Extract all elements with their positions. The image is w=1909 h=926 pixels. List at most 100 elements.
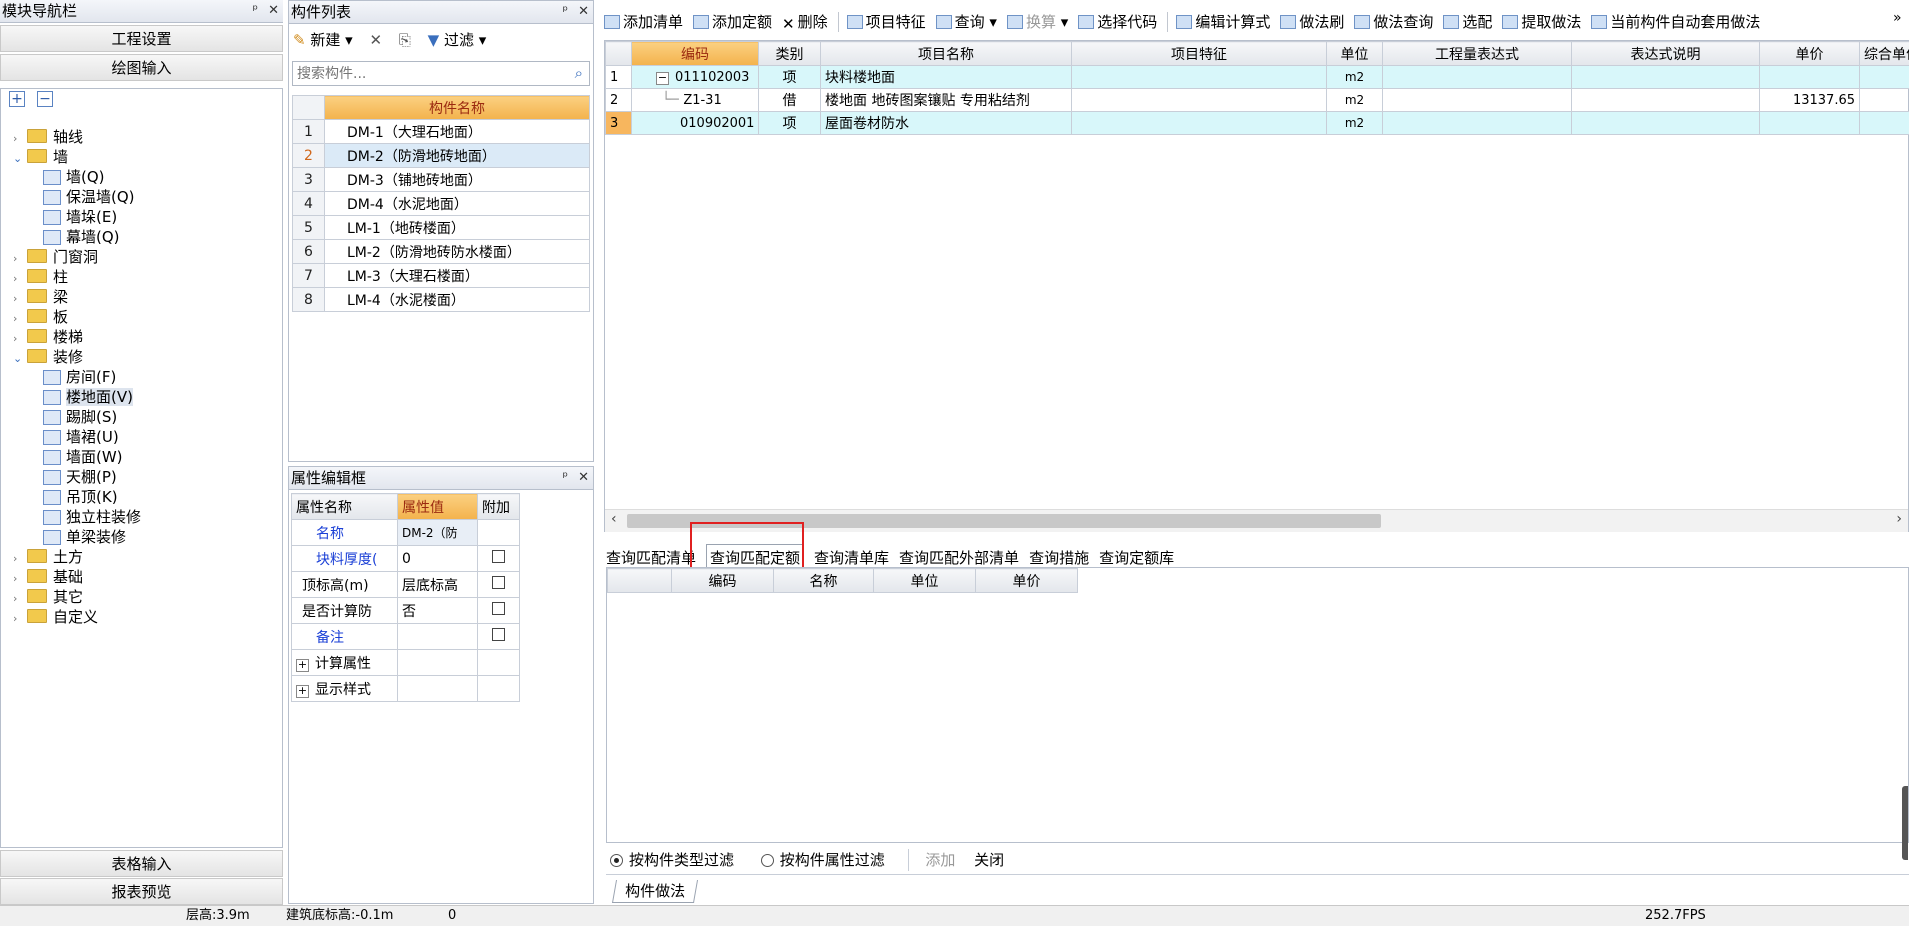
query-col-price[interactable]: 单价 <box>976 569 1078 593</box>
nav-button-drawing-input[interactable]: 绘图输入 <box>0 54 283 81</box>
toolbar-overflow-icon[interactable]: » <box>1893 10 1902 26</box>
chevron-right-icon[interactable]: › <box>13 249 27 269</box>
component-row[interactable]: 1DM-1（大理石地面） <box>293 120 590 144</box>
match-button[interactable]: 选配 <box>1443 8 1492 36</box>
tree-item[interactable]: ›轴线 <box>13 127 83 147</box>
delete-button[interactable]: ✕删除 <box>782 8 828 38</box>
chevron-right-icon[interactable]: › <box>13 269 27 289</box>
property-value-cell[interactable] <box>398 650 478 676</box>
tree-item[interactable]: ›梁 <box>13 287 68 307</box>
tree-item[interactable]: ⌄装修 <box>13 347 83 367</box>
code-cell[interactable]: 010902001 <box>632 112 759 135</box>
component-row[interactable]: 8LM-4（水泥楼面） <box>293 288 590 312</box>
tree-item[interactable]: ›楼梯 <box>13 327 83 347</box>
tab-query-measures[interactable]: 查询措施 <box>1029 549 1089 567</box>
chevron-down-icon[interactable]: ⌄ <box>13 349 27 369</box>
property-value-cell[interactable]: 0 <box>398 546 478 572</box>
collapse-all-icon[interactable]: − <box>37 91 53 107</box>
tree-item[interactable]: ›自定义 <box>13 607 98 627</box>
add-button[interactable]: 添加 <box>925 851 955 869</box>
tree-item[interactable]: 保温墙(Q) <box>43 187 135 207</box>
pin-icon[interactable]: ᵖ <box>563 4 569 19</box>
tree-item[interactable]: ›门窗洞 <box>13 247 98 267</box>
checkbox[interactable] <box>492 602 505 615</box>
expr-desc-cell[interactable] <box>1572 66 1760 89</box>
tab-query-list-library[interactable]: 查询清单库 <box>814 549 889 567</box>
quantity-expr-cell[interactable] <box>1383 66 1572 89</box>
col-item-name[interactable]: 项目名称 <box>821 42 1072 66</box>
quantity-expr-cell[interactable] <box>1383 112 1572 135</box>
composite-price-cell[interactable] <box>1860 89 1909 112</box>
component-name-cell[interactable]: DM-1（大理石地面） <box>325 120 590 144</box>
unit-cell[interactable]: m2 <box>1327 66 1383 89</box>
close-icon[interactable]: ✕ <box>268 3 279 18</box>
chevron-right-icon[interactable]: › <box>13 129 27 149</box>
scroll-right-icon[interactable]: › <box>1896 511 1902 527</box>
code-cell[interactable]: −011102003 <box>632 66 759 89</box>
query-col-name[interactable]: 名称 <box>774 569 874 593</box>
chevron-right-icon[interactable]: › <box>13 569 27 589</box>
tree-item[interactable]: ›基础 <box>13 567 83 587</box>
method-query-button[interactable]: 做法查询 <box>1354 8 1433 36</box>
component-name-cell[interactable]: DM-2（防滑地砖地面） <box>325 144 590 168</box>
tree-item[interactable]: ›土方 <box>13 547 83 567</box>
component-name-header[interactable]: 构件名称 <box>325 96 590 120</box>
pin-icon[interactable]: ᵖ <box>253 3 259 18</box>
component-row[interactable]: 2DM-2（防滑地砖地面） <box>293 144 590 168</box>
unit-cell[interactable]: m2 <box>1327 89 1383 112</box>
collapse-minus-icon[interactable]: − <box>656 72 669 85</box>
tree-item[interactable]: 独立柱装修 <box>43 507 141 527</box>
unit-price-cell[interactable] <box>1760 66 1860 89</box>
chevron-right-icon[interactable]: › <box>13 309 27 329</box>
auto-apply-button[interactable]: 当前构件自动套用做法 <box>1591 8 1760 36</box>
new-component-button[interactable]: ✎ 新建 ▾ <box>293 31 353 49</box>
search-icon[interactable]: ⌕ <box>575 64 583 82</box>
component-name-cell[interactable]: LM-4（水泥楼面） <box>325 288 590 312</box>
component-row[interactable]: 4DM-4（水泥地面） <box>293 192 590 216</box>
component-row[interactable]: 7LM-3（大理石楼面） <box>293 264 590 288</box>
add-quota-button[interactable]: 添加定额 <box>693 8 772 36</box>
filter-button[interactable]: ▼ 过滤 ▾ <box>428 31 487 49</box>
chevron-right-icon[interactable]: › <box>13 549 27 569</box>
close-icon[interactable]: ✕ <box>578 470 589 485</box>
chevron-right-icon[interactable]: › <box>13 289 27 309</box>
col-item-feature[interactable]: 项目特征 <box>1072 42 1327 66</box>
col-expr-desc[interactable]: 表达式说明 <box>1572 42 1760 66</box>
tree-item[interactable]: 墙(Q) <box>43 167 105 187</box>
component-name-cell[interactable]: DM-4（水泥地面） <box>325 192 590 216</box>
main-table-row[interactable]: 1−011102003项块料楼地面m2 <box>606 66 1909 89</box>
chevron-right-icon[interactable]: › <box>13 329 27 349</box>
tab-query-match-list[interactable]: 查询匹配清单 <box>606 549 696 567</box>
property-value-cell[interactable]: 否 <box>398 598 478 624</box>
type-cell[interactable]: 项 <box>759 112 821 135</box>
nav-button-report-preview[interactable]: 报表预览 <box>0 878 283 905</box>
col-unit-price[interactable]: 单价 <box>1760 42 1860 66</box>
unit-cell[interactable]: m2 <box>1327 112 1383 135</box>
col-unit[interactable]: 单位 <box>1327 42 1383 66</box>
quantity-expr-cell[interactable] <box>1383 89 1572 112</box>
expr-desc-cell[interactable] <box>1572 89 1760 112</box>
col-quantity-expr[interactable]: 工程量表达式 <box>1383 42 1572 66</box>
delete-icon[interactable]: ✕ <box>369 31 382 49</box>
code-cell[interactable]: └─ Z1-31 <box>632 89 759 112</box>
col-code[interactable]: 编码 <box>632 42 759 66</box>
item-feature-cell[interactable] <box>1072 112 1327 135</box>
tree-item[interactable]: ⌄墙 <box>13 147 68 167</box>
component-row[interactable]: 3DM-3（铺地砖地面） <box>293 168 590 192</box>
type-cell[interactable]: 借 <box>759 89 821 112</box>
item-name-cell[interactable]: 楼地面 地砖图案镶贴 专用粘结剂 <box>821 89 1072 112</box>
chevron-right-icon[interactable]: › <box>13 609 27 629</box>
query-col-code[interactable]: 编码 <box>672 569 774 593</box>
component-row[interactable]: 5LM-1（地砖楼面） <box>293 216 590 240</box>
tree-item[interactable]: 单梁装修 <box>43 527 126 547</box>
type-cell[interactable]: 项 <box>759 66 821 89</box>
tree-item[interactable]: 墙垛(E) <box>43 207 117 227</box>
copy-icon[interactable]: ⎘ <box>399 31 411 49</box>
pin-icon[interactable]: ᵖ <box>563 470 569 485</box>
tree-item[interactable]: 墙面(W) <box>43 447 123 467</box>
extract-method-button[interactable]: 提取做法 <box>1502 8 1581 36</box>
component-name-cell[interactable]: LM-3（大理石楼面） <box>325 264 590 288</box>
nav-button-project-settings[interactable]: 工程设置 <box>0 25 283 52</box>
add-list-button[interactable]: 添加清单 <box>604 8 683 36</box>
checkbox[interactable] <box>492 550 505 563</box>
